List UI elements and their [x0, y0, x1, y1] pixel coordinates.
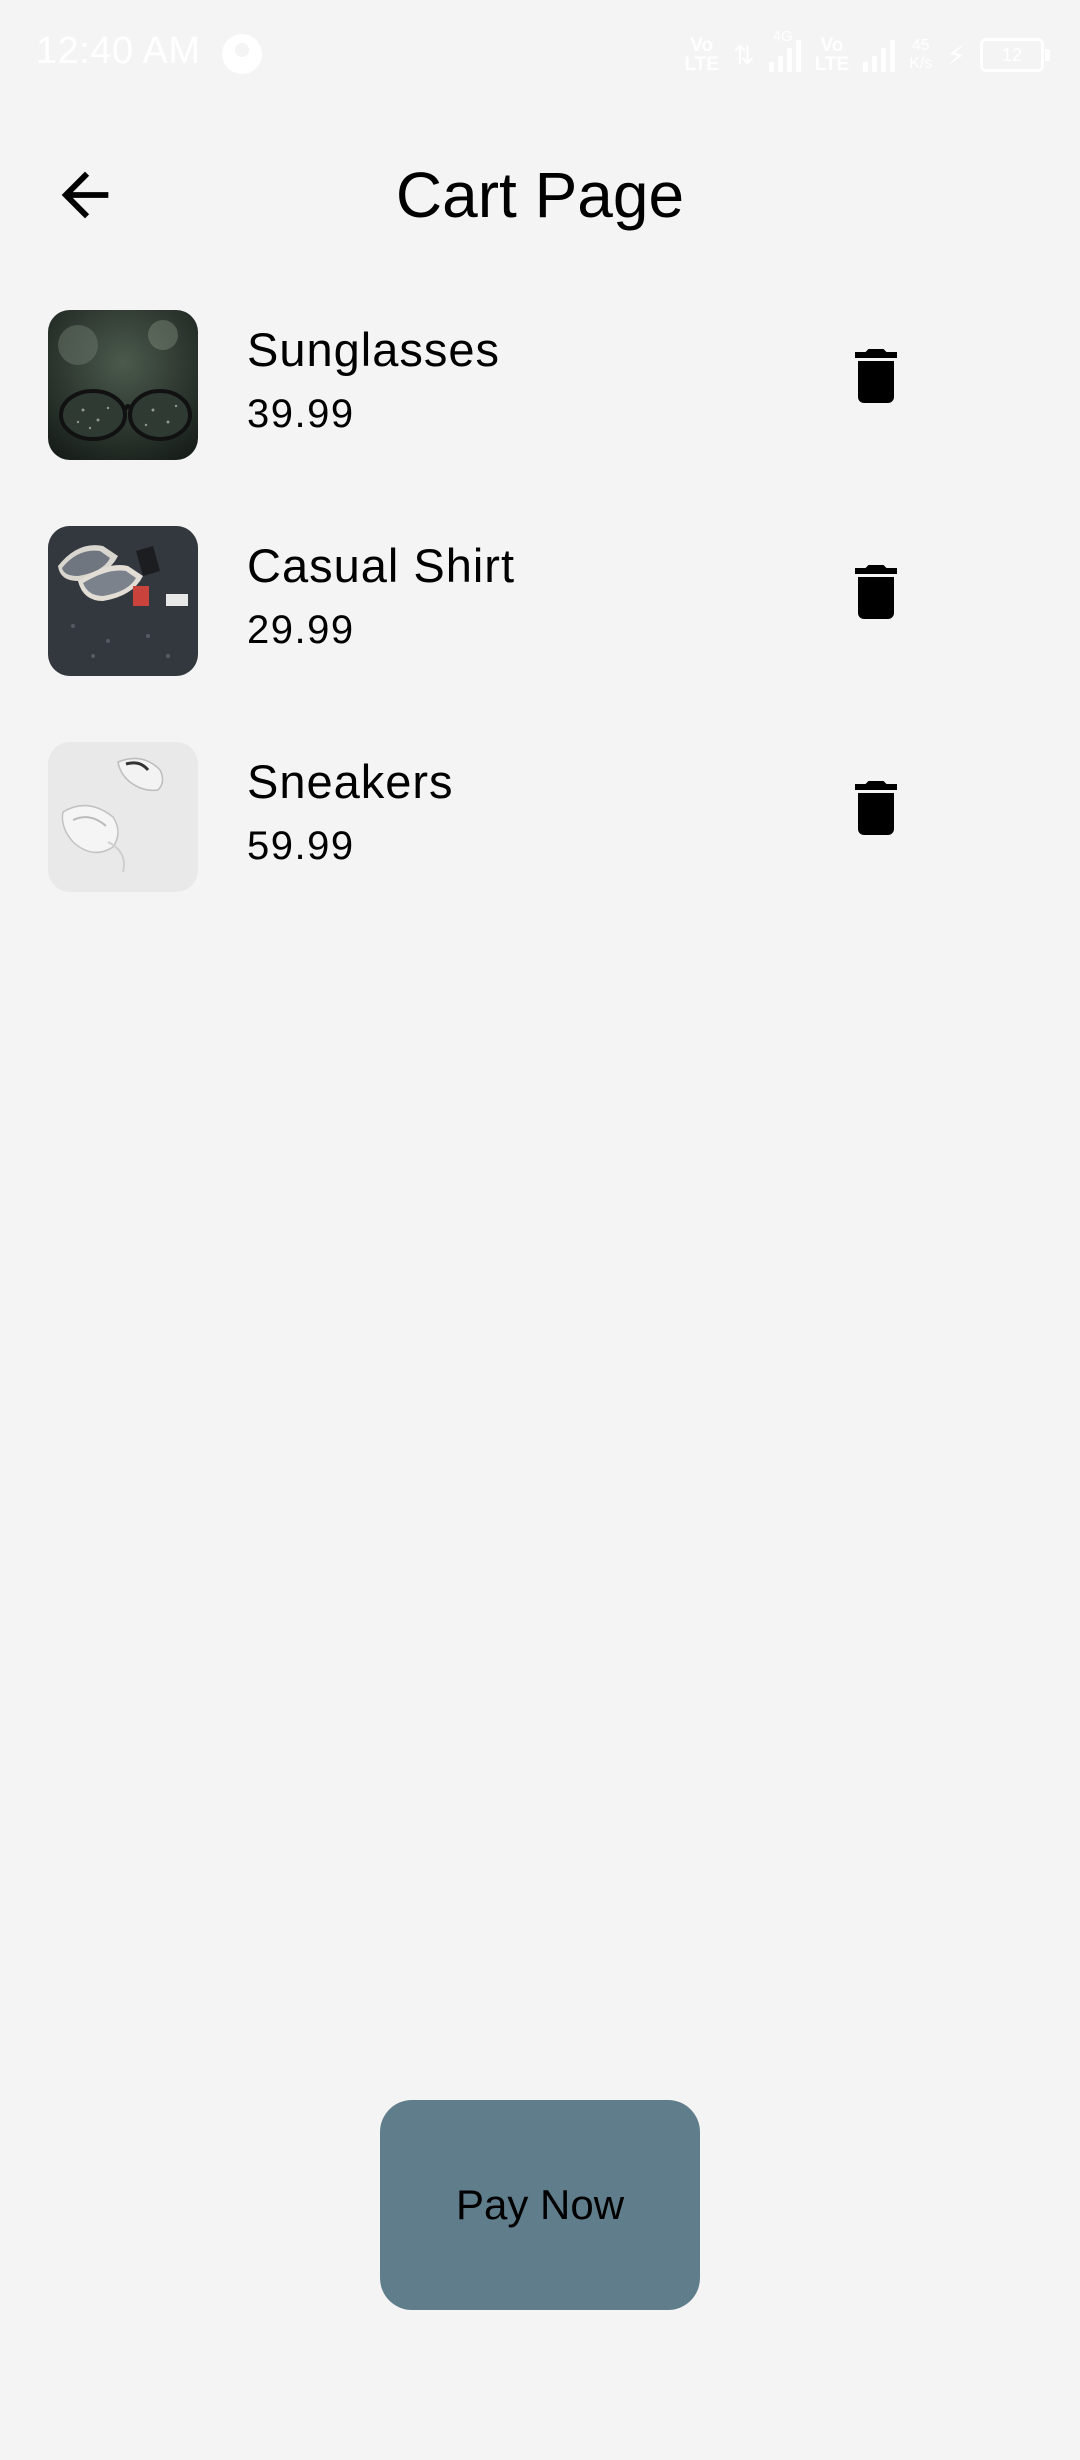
status-indicators: Vo LTE ⇅ 4G Vo LTE 45 K/s ⚡ 12 — [684, 28, 1050, 80]
sunglasses-photo — [48, 310, 198, 460]
volte-label-1: Vo LTE — [684, 35, 719, 75]
delete-button[interactable] — [840, 556, 912, 628]
delete-button[interactable] — [840, 340, 912, 412]
app-bar: Cart Page — [0, 130, 1080, 255]
shoes-flatlay-photo — [48, 526, 198, 676]
app-notification-icon — [222, 34, 262, 74]
cart-list: Sunglasses 39.99 Casual Shirt 29.99 Snea… — [0, 300, 1080, 948]
item-price: 39.99 — [247, 392, 355, 436]
cart-item: Sunglasses 39.99 — [0, 300, 1080, 516]
trash-icon — [855, 349, 897, 403]
charging-icon: ⚡ — [946, 39, 966, 71]
trash-icon — [855, 781, 897, 835]
status-time: 12:40 AM — [36, 30, 201, 72]
cart-item: Casual Shirt 29.99 — [0, 516, 1080, 732]
pay-now-button[interactable]: Pay Now — [380, 2100, 700, 2310]
sneakers-photo — [48, 742, 198, 892]
network-4g-label: 4G — [772, 28, 793, 45]
item-name: Casual Shirt — [247, 539, 515, 592]
status-bar: 12:40 AM Vo LTE ⇅ 4G Vo LTE 45 K/s ⚡ 12 — [0, 0, 1080, 110]
item-price: 29.99 — [247, 608, 355, 652]
product-image-sneakers — [48, 742, 198, 892]
network-speed: 45 K/s — [909, 37, 933, 72]
product-image-sunglasses — [48, 310, 198, 460]
volte-label-2: Vo LTE — [814, 35, 850, 75]
battery-level: 12 — [1001, 45, 1023, 65]
battery-icon: 12 — [980, 38, 1050, 72]
signal-icon: 4G — [768, 28, 801, 72]
delete-button[interactable] — [840, 772, 912, 844]
cart-item: Sneakers 59.99 — [0, 732, 1080, 948]
trash-icon — [855, 565, 897, 619]
data-arrows-icon: ⇅ — [732, 39, 755, 70]
page-title: Cart Page — [395, 159, 685, 231]
item-price: 59.99 — [247, 824, 355, 868]
item-name: Sunglasses — [247, 323, 500, 376]
product-image-casual-shirt — [48, 526, 198, 676]
signal-bars-2 — [863, 38, 896, 72]
item-name: Sneakers — [247, 755, 454, 808]
